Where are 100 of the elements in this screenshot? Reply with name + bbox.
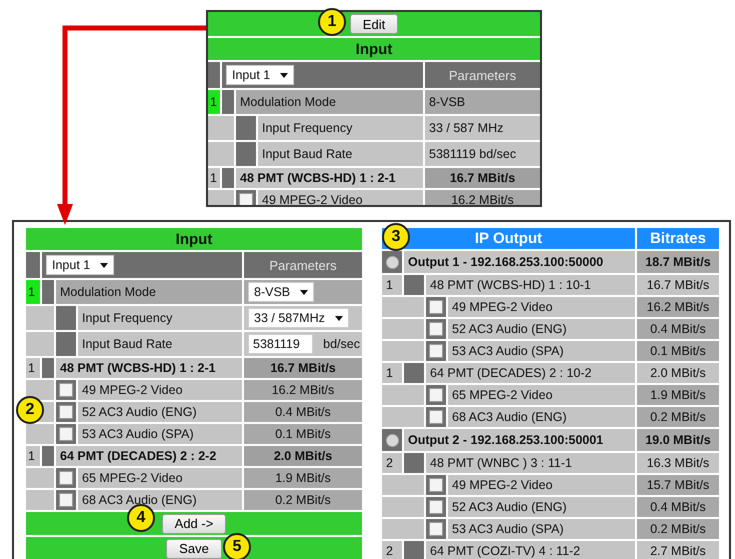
indent-marker	[222, 90, 234, 114]
table-cell: 52 AC3 Audio (ENG)	[448, 319, 635, 339]
row-index: 1	[382, 275, 402, 295]
table-cell: 49 MPEG-2 Video	[78, 380, 242, 400]
table-cell: 48 PMT (WNBC ) 3 : 11-1	[426, 453, 635, 473]
table-cell: Output 2 - 192.168.253.100:50001	[404, 429, 635, 451]
table-cell: 53 AC3 Audio (SPA)	[448, 341, 635, 361]
table-cell: 48 PMT (WCBS-HD) 1 : 2-1	[236, 168, 423, 188]
empty-cell	[26, 306, 54, 330]
empty-cell	[382, 475, 424, 495]
table-cell: 0.1 MBit/s	[244, 424, 362, 444]
empty-cell	[208, 190, 234, 205]
empty-cell	[208, 116, 234, 140]
table-cell: 53 AC3 Audio (SPA)	[448, 519, 635, 539]
panel-title: Input	[26, 228, 362, 250]
empty-cell	[208, 142, 234, 166]
row-index: 2	[382, 453, 402, 473]
table-cell: 1.9 MBit/s	[244, 468, 362, 488]
row-index: 1	[208, 90, 220, 114]
table-cell: 52 AC3 Audio (ENG)	[448, 497, 635, 517]
edit-button[interactable]: Edit	[350, 14, 398, 34]
row-index: 1	[26, 280, 40, 304]
indent-marker	[26, 252, 40, 278]
table-cell: 0.2 MBit/s	[637, 407, 719, 427]
table-cell: 0.2 MBit/s	[637, 519, 719, 539]
indent-marker	[404, 453, 424, 473]
dropdown[interactable]: 33 / 587MHz	[248, 308, 349, 328]
empty-cell	[26, 490, 54, 510]
table-cell: Modulation Mode	[236, 90, 423, 114]
row-index: 1	[26, 358, 40, 378]
radio-button[interactable]	[386, 256, 398, 268]
table-cell: 18.7 MBit/s	[637, 251, 719, 273]
column-header: Bitrates	[637, 228, 719, 249]
table-cell: 2.0 MBit/s	[637, 363, 719, 383]
table-cell: 68 AC3 Audio (ENG)	[448, 407, 635, 427]
indent-marker	[404, 363, 424, 383]
indent-marker	[208, 62, 220, 88]
table-cell: 0.4 MBit/s	[637, 319, 719, 339]
table-cell: 49 MPEG-2 Video	[258, 190, 423, 205]
table-cell: 49 MPEG-2 Video	[448, 297, 635, 317]
table-cell: 19.0 MBit/s	[637, 429, 719, 451]
table-cell: 49 MPEG-2 Video	[448, 475, 635, 495]
table-cell: 1.9 MBit/s	[637, 385, 719, 405]
table-cell: 65 MPEG-2 Video	[78, 468, 242, 488]
empty-cell	[382, 341, 424, 361]
table-cell: 64 PMT (COZI-TV) 4 : 11-2	[426, 541, 635, 559]
table-cell: 2.7 MBit/s	[637, 541, 719, 559]
table-cell: Input Frequency	[78, 306, 242, 330]
dropdown[interactable]: Input 1	[46, 255, 114, 275]
checkbox[interactable]	[239, 193, 253, 205]
indent-marker	[56, 332, 76, 356]
caret-icon	[100, 262, 108, 268]
indent-marker	[42, 446, 54, 466]
empty-cell	[382, 407, 424, 427]
table-cell: 2.0 MBit/s	[244, 446, 362, 466]
empty-cell	[26, 468, 54, 488]
panel-title: Input	[208, 38, 540, 60]
table-cell: 64 PMT (DECADES) 2 : 10-2	[426, 363, 635, 383]
caret-icon	[300, 290, 308, 294]
indent-marker	[236, 116, 256, 140]
indent-marker	[42, 358, 54, 378]
column-header: Parameters	[425, 62, 540, 88]
empty-cell	[26, 380, 54, 400]
empty-cell	[26, 424, 54, 444]
save-button[interactable]: Save	[166, 538, 222, 558]
table-cell: 64 PMT (DECADES) 2 : 2-2	[56, 446, 242, 466]
empty-cell	[26, 332, 54, 356]
table-cell: 15.7 MBit/s	[637, 475, 719, 495]
radio-button[interactable]	[386, 434, 398, 446]
empty-cell	[382, 319, 424, 339]
row-index: 1	[208, 168, 220, 188]
row-index: 1	[382, 363, 402, 383]
table-cell: 53 AC3 Audio (SPA)	[78, 424, 242, 444]
dropdown[interactable]: Input 1	[226, 65, 294, 85]
table-cell: 52 AC3 Audio (ENG)	[78, 402, 242, 422]
table-cell: 16.2 MBit/s	[637, 297, 719, 317]
table-cell: 16.7 MBit/s	[244, 358, 362, 378]
empty-cell	[382, 297, 424, 317]
empty-cell	[382, 519, 424, 539]
table-cell: 33 / 587 MHz	[425, 116, 540, 140]
indent-marker	[404, 541, 424, 559]
table-cell: 0.2 MBit/s	[244, 490, 362, 510]
table-cell: Modulation Mode	[56, 280, 242, 304]
caret-icon	[280, 72, 288, 78]
table-cell: 16.7 MBit/s	[425, 168, 540, 188]
indent-marker	[222, 168, 234, 188]
input-field[interactable]: 5381119	[248, 334, 314, 354]
indent-marker	[56, 306, 76, 330]
table-cell: Input Baud Rate	[258, 142, 423, 166]
table-cell: 0.1 MBit/s	[637, 341, 719, 361]
empty-cell	[382, 385, 424, 405]
column-header: Parameters	[244, 252, 362, 278]
table-cell: 16.7 MBit/s	[637, 275, 719, 295]
indent-marker	[236, 142, 256, 166]
table-cell: 16.2 MBit/s	[244, 380, 362, 400]
dropdown[interactable]: 8-VSB	[248, 282, 314, 302]
table-cell: 65 MPEG-2 Video	[448, 385, 635, 405]
table-cell: 8-VSB	[425, 90, 540, 114]
add-button[interactable]: Add ->	[162, 514, 226, 534]
table-cell: 0.4 MBit/s	[637, 497, 719, 517]
